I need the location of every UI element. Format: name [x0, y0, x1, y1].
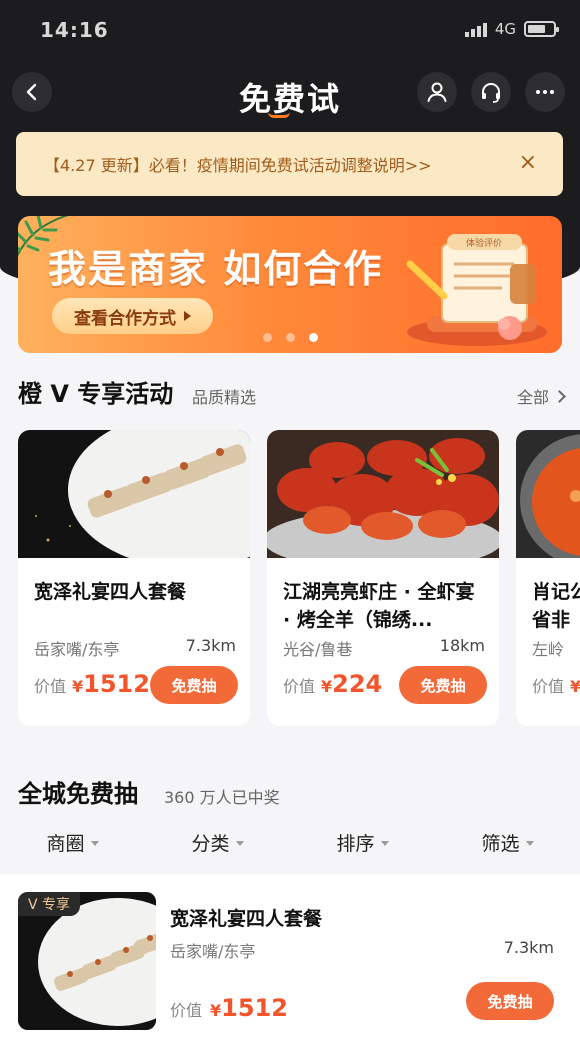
deal-image-fish-platter	[18, 430, 250, 558]
status-indicators: 4G	[464, 20, 559, 38]
logo-smile-mark	[268, 112, 290, 118]
vip-section-header: 橙 V 专享活动 品质精选 全部	[18, 372, 566, 412]
deal-location: 左岭	[532, 640, 565, 659]
price-amount: 1512	[83, 670, 150, 698]
vip-section-title: 橙 V 专享活动	[18, 380, 174, 408]
notice-bar[interactable]: 【4.27 更新】必看！疫情期间免费试活动调整说明>> ×	[16, 132, 563, 196]
deal-location: 光谷/鲁巷	[283, 640, 353, 659]
price-label: 价值	[170, 1001, 203, 1020]
price-amount: 224	[332, 670, 383, 698]
close-icon[interactable]: ×	[519, 150, 537, 175]
currency-symbol: ¥	[570, 677, 580, 696]
list-item-location: 岳家嘴/东亭	[170, 942, 256, 961]
status-time: 14:16	[40, 18, 109, 42]
list-item-image: V 专享	[18, 892, 156, 1030]
deal-distance: 18km	[439, 636, 485, 655]
list-item-distance: 7.3km	[503, 938, 554, 957]
vip-card-carousel[interactable]: 宽泽礼宴四人套餐 岳家嘴/东亭 7.3km 价值 ¥1512 免费抽 江湖亮亮虾…	[18, 430, 580, 730]
signal-icon	[464, 21, 487, 37]
filter-more[interactable]: 筛选	[435, 820, 580, 864]
filter-bar: 商圈 分类 排序 筛选	[0, 820, 580, 864]
chevron-right-icon	[553, 389, 566, 403]
customer-service-button[interactable]	[471, 72, 511, 112]
nav-bar: 免费试	[0, 72, 580, 120]
banner-art-label: 体验评价	[466, 237, 502, 249]
price-value: ¥1512	[210, 994, 288, 1022]
more-dots-icon	[536, 90, 554, 94]
deal-image-crayfish	[267, 430, 499, 558]
deal-image-fish-soup	[516, 430, 580, 558]
view-all-label: 全部	[516, 388, 549, 407]
carousel-dot[interactable]	[308, 333, 318, 342]
list-item[interactable]: V 专享 宽泽礼宴四人套餐 岳家嘴/东亭 7.3km 价值 ¥1512 免费抽	[0, 874, 580, 1042]
currency-symbol: ¥	[321, 677, 333, 696]
more-button[interactable]	[525, 72, 565, 112]
user-icon	[427, 82, 447, 102]
vip-section-subtitle: 品质精选	[192, 388, 257, 407]
city-section-header: 全城免费抽 360 万人已中奖	[18, 774, 564, 810]
price-label: 价值	[283, 677, 316, 696]
filter-label: 排序	[336, 832, 375, 855]
deal-price: 价值 ¥	[532, 670, 580, 698]
deal-price: 价值 ¥1512	[34, 670, 150, 698]
banner-title: 我是商家 如何合作	[48, 247, 384, 291]
city-section-title: 全城免费抽	[18, 780, 138, 808]
city-section-subtitle: 360 万人已中奖	[164, 788, 280, 807]
deal-card[interactable]: 江湖亮亮虾庄 · 全虾宴 · 烤全羊（锦绣... 光谷/鲁巷 18km 价值 ¥…	[267, 430, 499, 726]
filter-label: 筛选	[481, 832, 520, 855]
currency-symbol: ¥	[210, 1001, 222, 1020]
price-label: 价值	[532, 677, 565, 696]
dropdown-arrow-icon	[235, 841, 244, 846]
price-amount: 1512	[221, 994, 288, 1022]
list-item-name: 宽泽礼宴四人套餐	[170, 908, 323, 930]
price-value: ¥1512	[72, 670, 150, 698]
free-draw-button[interactable]: 免费抽	[150, 666, 238, 704]
price-value: ¥	[570, 670, 580, 698]
view-all-link[interactable]: 全部	[516, 384, 566, 408]
network-type: 4G	[494, 20, 516, 38]
list-item-price: 价值 ¥1512	[170, 994, 288, 1022]
dropdown-arrow-icon	[525, 841, 534, 846]
currency-symbol: ¥	[72, 677, 84, 696]
deal-card[interactable]: 肖记公安牛肉鱼杂馆 · 省非 左岭 价值 ¥	[516, 430, 580, 726]
deal-card[interactable]: 宽泽礼宴四人套餐 岳家嘴/东亭 7.3km 价值 ¥1512 免费抽	[18, 430, 250, 726]
view-cooperation-button[interactable]: 查看合作方式	[52, 298, 213, 334]
vip-badge: V 专享	[18, 892, 81, 916]
carousel-dot[interactable]	[262, 333, 272, 342]
deal-distance: 7.3km	[185, 636, 236, 655]
headset-icon	[482, 83, 500, 103]
price-label: 价值	[34, 677, 67, 696]
view-cooperation-label: 查看合作方式	[74, 308, 176, 329]
carousel-dot[interactable]	[285, 333, 295, 342]
deal-price: 价值 ¥224	[283, 670, 382, 698]
filter-label: 分类	[191, 832, 230, 855]
profile-button[interactable]	[417, 72, 457, 112]
filter-label: 商圈	[46, 832, 85, 855]
filter-sort[interactable]: 排序	[290, 820, 435, 864]
status-bar: 14:16 4G	[0, 0, 580, 62]
promo-banner[interactable]: 我是商家 如何合作 查看合作方式 体验评价	[18, 216, 562, 353]
play-arrow-icon	[184, 311, 191, 321]
deal-name: 江湖亮亮虾庄 · 全虾宴 · 烤全羊（锦绣...	[283, 581, 475, 631]
deal-name: 宽泽礼宴四人套餐	[34, 581, 187, 603]
dropdown-arrow-icon	[380, 841, 389, 846]
carousel-indicator	[18, 333, 562, 342]
dropdown-arrow-icon	[90, 841, 99, 846]
deal-location: 岳家嘴/东亭	[34, 640, 120, 659]
price-value: ¥224	[321, 670, 382, 698]
battery-icon	[524, 21, 559, 37]
review-document-illustration: 体验评价	[406, 234, 547, 346]
free-draw-button[interactable]: 免费抽	[399, 666, 487, 704]
deal-name: 肖记公安牛肉鱼杂馆 · 省非	[532, 581, 580, 631]
free-draw-button[interactable]: 免费抽	[466, 982, 554, 1020]
filter-category[interactable]: 分类	[145, 820, 290, 864]
notice-text[interactable]: 【4.27 更新】必看！疫情期间免费试活动调整说明>>	[44, 152, 432, 176]
filter-area[interactable]: 商圈	[0, 820, 145, 864]
